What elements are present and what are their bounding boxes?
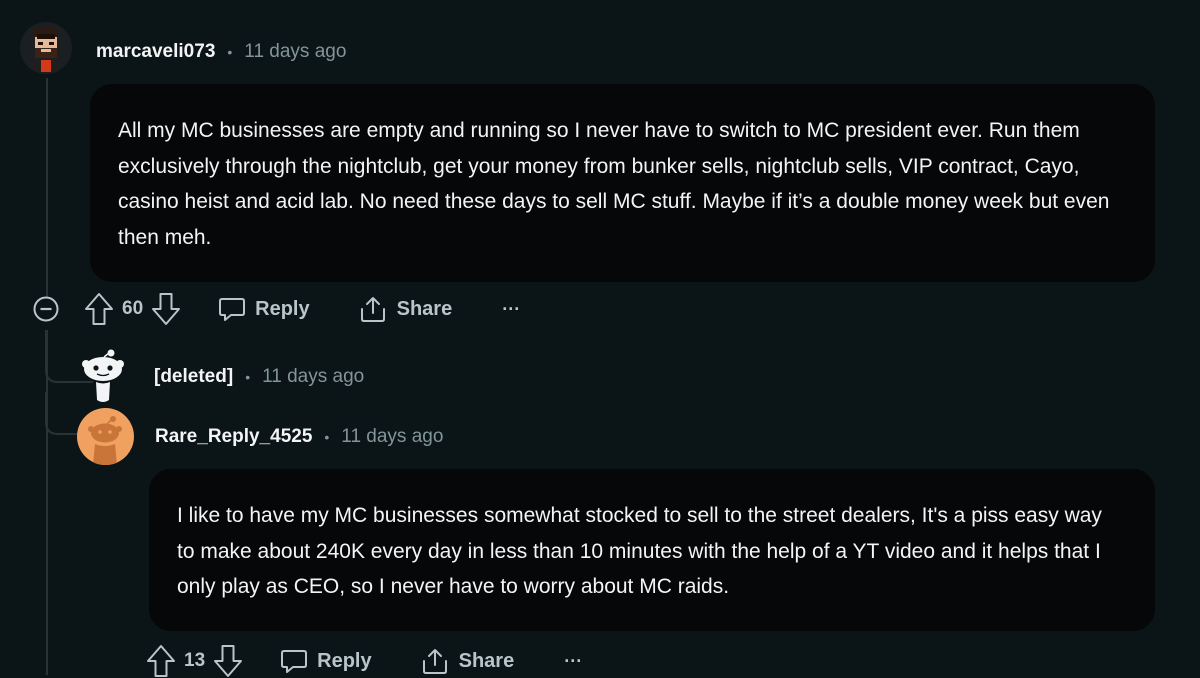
reply-label: Reply [317,649,372,672]
avatar[interactable] [77,408,134,465]
comment-meta: marcaveli073 • 11 days ago [96,41,346,63]
more-options-icon[interactable]: ··· [502,299,520,320]
separator-dot: • [324,429,330,445]
comment-icon [219,298,246,321]
more-options-icon[interactable]: ··· [564,651,582,672]
separator-dot: • [245,369,251,385]
share-button[interactable]: Share [358,295,453,323]
vote-group: 13 [146,644,243,678]
username[interactable]: Rare_Reply_4525 [155,426,312,448]
vote-count: 60 [122,298,144,319]
snoo-icon [80,348,126,411]
share-label: Share [458,649,515,672]
thread-line-main [46,78,48,298]
comment-actions: 60 Reply Share ··· [32,292,520,326]
timestamp[interactable]: 11 days ago [262,366,364,388]
username[interactable]: marcaveli073 [96,41,215,63]
comment-body: All my MC businesses are empty and runni… [90,84,1155,282]
share-button[interactable]: Share [420,647,515,675]
downvote-icon[interactable] [213,644,243,678]
separator-dot: • [227,44,233,60]
downvote-icon[interactable] [151,292,181,326]
share-icon [360,297,385,322]
avatar[interactable] [20,22,72,74]
reply-body: I like to have my MC businesses somewhat… [149,469,1155,631]
vote-group: 60 [84,292,181,326]
timestamp[interactable]: 11 days ago [244,41,346,63]
reply-text: I like to have my MC businesses somewhat… [177,504,1102,598]
username: [deleted] [154,366,234,387]
comment-icon [281,650,308,673]
comment-text: All my MC businesses are empty and runni… [118,119,1110,249]
timestamp[interactable]: 11 days ago [341,426,443,448]
reply-button[interactable]: Reply [218,296,310,322]
share-icon [422,649,447,674]
reply-label: Reply [255,297,310,320]
upvote-icon[interactable] [146,644,176,678]
deleted-reply-meta: [deleted] • 11 days ago [154,366,364,388]
collapse-thread-icon[interactable] [32,295,60,323]
reply-actions: 13 Reply Share ··· [146,644,582,678]
upvote-icon[interactable] [84,292,114,326]
reply-button[interactable]: Reply [280,648,372,674]
share-label: Share [396,297,453,320]
reply-meta: Rare_Reply_4525 • 11 days ago [155,426,443,448]
vote-count: 13 [184,650,206,671]
